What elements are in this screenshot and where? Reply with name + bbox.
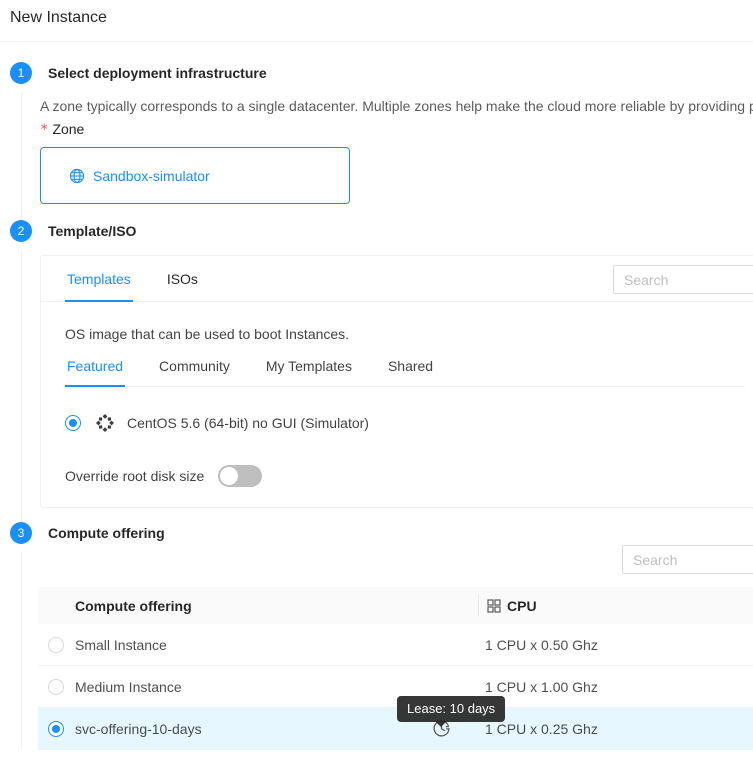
step-connector-line (21, 552, 22, 750)
column-header-compute-offering: Compute offering (38, 598, 478, 614)
tab-templates[interactable]: Templates (65, 256, 133, 301)
tab-isos[interactable]: ISOs (165, 256, 200, 301)
offering-radio[interactable] (48, 679, 64, 695)
template-iso-tabbar: Templates ISOs (41, 256, 753, 302)
compute-offering-table: Compute offering CPU Small In (38, 587, 753, 750)
filter-tab-shared[interactable]: Shared (386, 358, 435, 386)
offering-radio[interactable] (48, 721, 64, 737)
template-search-input[interactable] (613, 265, 753, 294)
required-asterisk: * (40, 122, 48, 138)
step-3-title: Compute offering (48, 525, 165, 541)
step-1-title: Select deployment infrastructure (48, 65, 267, 81)
lease-tooltip: Lease: 10 days (397, 696, 505, 722)
zone-description: A zone typically corresponds to a single… (40, 98, 753, 114)
override-root-disk-toggle[interactable] (218, 465, 262, 487)
step-1-badge: 1 (10, 62, 32, 84)
override-root-disk-row: Override root disk size (65, 465, 745, 487)
table-row-svc-offering-10-days[interactable]: svc-offering-10-days 1 CPU x 0.25 Ghz (38, 708, 753, 750)
table-row-small-instance[interactable]: Small Instance 1 CPU x 0.50 Ghz (38, 624, 753, 666)
step-connector-line (21, 250, 22, 522)
filter-tab-featured[interactable]: Featured (65, 358, 125, 386)
column-separator (478, 595, 479, 616)
compute-offering-search-row (38, 544, 753, 587)
table-header-row: Compute offering CPU (38, 587, 753, 624)
wizard-steps: 1 Select deployment infrastructure A zon… (0, 42, 753, 750)
step-2-title: Template/ISO (48, 223, 136, 239)
offering-radio[interactable] (48, 637, 64, 653)
os-image-description: OS image that can be used to boot Instan… (65, 326, 745, 342)
template-option-centos[interactable]: CentOS 5.6 (64-bit) no GUI (Simulator) (65, 413, 745, 433)
template-option-label: CentOS 5.6 (64-bit) no GUI (Simulator) (127, 415, 369, 431)
step-connector-line (21, 92, 22, 220)
table-row-medium-instance[interactable]: Medium Instance 1 CPU x 1.00 Ghz (38, 666, 753, 708)
template-card: Templates ISOs OS image that can be used… (40, 255, 753, 508)
step-deployment-infrastructure: 1 Select deployment infrastructure A zon… (10, 62, 753, 220)
filter-tab-my-templates[interactable]: My Templates (264, 358, 354, 386)
zone-name: Sandbox-simulator (93, 168, 210, 184)
column-header-cpu: CPU (478, 598, 537, 614)
compute-offering-search-input[interactable] (622, 545, 753, 574)
filter-tab-community[interactable]: Community (157, 358, 232, 386)
toggle-knob (220, 467, 238, 485)
step-template-iso: 2 Template/ISO Templates ISOs OS image t… (10, 220, 753, 522)
grid-icon (487, 599, 501, 613)
zone-field-label: *Zone (40, 121, 753, 138)
step-2-badge: 2 (10, 220, 32, 242)
template-filter-tabs: Featured Community My Templates Shared (65, 358, 745, 387)
globe-icon (69, 168, 85, 184)
template-radio[interactable] (65, 415, 81, 431)
override-root-disk-label: Override root disk size (65, 468, 204, 484)
step-compute-offering: 3 Compute offering Compute offering (10, 522, 753, 750)
step-3-badge: 3 (10, 522, 32, 544)
centos-logo-icon (95, 413, 115, 433)
zone-card-sandbox-simulator[interactable]: Sandbox-simulator (40, 147, 350, 204)
page-title: New Instance (0, 0, 753, 42)
